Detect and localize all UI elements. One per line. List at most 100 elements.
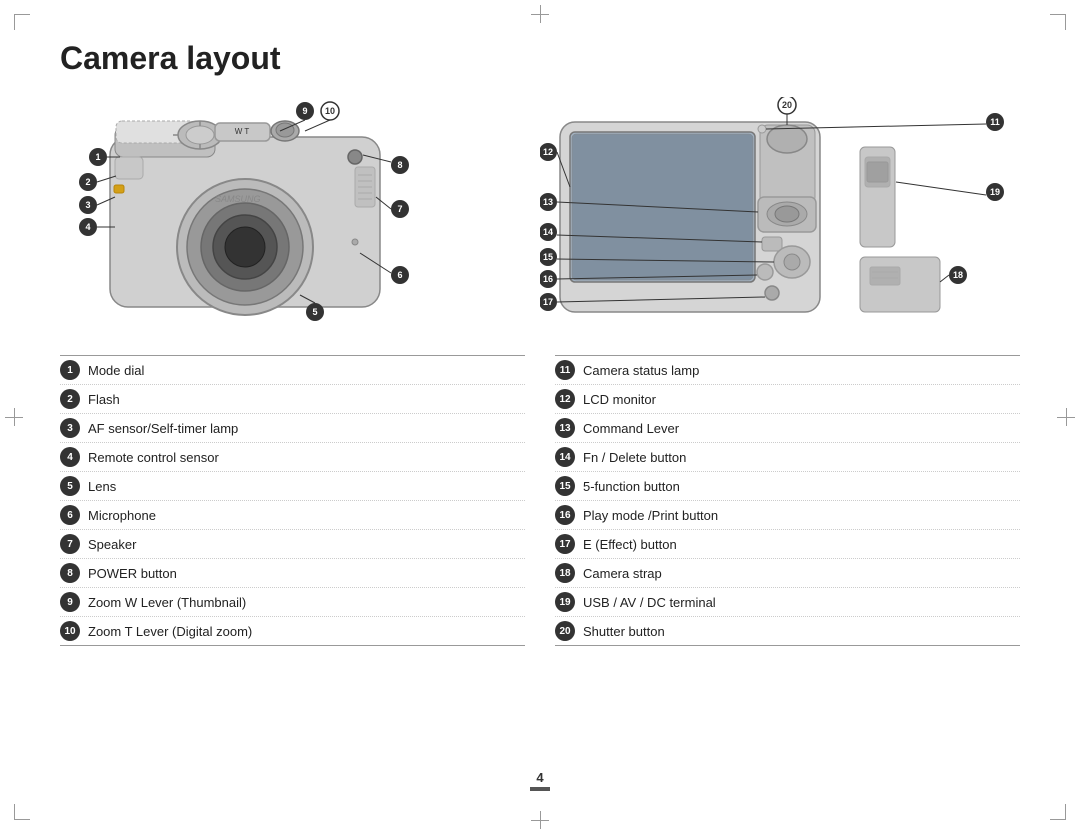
item-label: Camera strap: [583, 566, 662, 581]
item-number: 13: [555, 418, 575, 438]
table-row: 19 USB / AV / DC terminal: [555, 588, 1020, 617]
item-number: 14: [555, 447, 575, 467]
item-label: Command Lever: [583, 421, 679, 436]
item-label: Fn / Delete button: [583, 450, 686, 465]
item-label: Microphone: [88, 508, 156, 523]
svg-text:W T: W T: [235, 127, 250, 136]
table-row: 20 Shutter button: [555, 617, 1020, 646]
svg-text:5: 5: [312, 307, 317, 317]
table-row: 13 Command Lever: [555, 414, 1020, 443]
item-number: 4: [60, 447, 80, 467]
page-title: Camera layout: [60, 40, 1020, 77]
table-row: 16 Play mode /Print button: [555, 501, 1020, 530]
content-area: W T SAMSUNG: [60, 97, 1020, 791]
item-number: 17: [555, 534, 575, 554]
item-label: Zoom W Lever (Thumbnail): [88, 595, 246, 610]
item-label: 5-function button: [583, 479, 680, 494]
item-number: 7: [60, 534, 80, 554]
images-row: W T SAMSUNG: [60, 97, 1020, 337]
item-label: Mode dial: [88, 363, 144, 378]
right-table: 11 Camera status lamp 12 LCD monitor 13 Comma…: [555, 355, 1020, 762]
item-label: Speaker: [88, 537, 136, 552]
item-number: 10: [60, 621, 80, 641]
table-row: 8 POWER button: [60, 559, 525, 588]
table-row: 12 LCD monitor: [555, 385, 1020, 414]
tables-row: 1 Mode dial 2 Flash 3 AF sensor/Self-timer la…: [60, 355, 1020, 762]
item-label: Lens: [88, 479, 116, 494]
table-row: 5 Lens: [60, 472, 525, 501]
camera-back-svg: 20 11 12 13: [540, 97, 1020, 337]
svg-text:10: 10: [325, 106, 335, 116]
item-label: AF sensor/Self-timer lamp: [88, 421, 238, 436]
svg-text:15: 15: [543, 252, 553, 262]
svg-text:18: 18: [953, 270, 963, 280]
svg-text:11: 11: [990, 117, 1000, 127]
item-number: 3: [60, 418, 80, 438]
item-number: 9: [60, 592, 80, 612]
item-number: 16: [555, 505, 575, 525]
table-row: 1 Mode dial: [60, 355, 525, 385]
svg-text:16: 16: [543, 274, 553, 284]
svg-text:1: 1: [95, 152, 100, 162]
svg-text:9: 9: [302, 106, 307, 116]
camera-front-diagram: W T SAMSUNG: [60, 97, 430, 337]
item-label: Zoom T Lever (Digital zoom): [88, 624, 252, 639]
svg-text:20: 20: [782, 100, 792, 110]
svg-text:2: 2: [85, 177, 90, 187]
item-label: LCD monitor: [583, 392, 656, 407]
corner-mark-br: [1050, 804, 1066, 820]
item-label: USB / AV / DC terminal: [583, 595, 716, 610]
item-label: E (Effect) button: [583, 537, 677, 552]
table-row: 9 Zoom W Lever (Thumbnail): [60, 588, 525, 617]
item-number: 19: [555, 592, 575, 612]
svg-text:8: 8: [397, 160, 402, 170]
svg-text:14: 14: [543, 227, 553, 237]
item-number: 1: [60, 360, 80, 380]
page: Camera layout: [0, 0, 1080, 834]
table-row: 6 Microphone: [60, 501, 525, 530]
svg-text:13: 13: [543, 197, 553, 207]
svg-text:12: 12: [543, 147, 553, 157]
item-number: 6: [60, 505, 80, 525]
table-row: 10 Zoom T Lever (Digital zoom): [60, 617, 525, 646]
table-row: 11 Camera status lamp: [555, 355, 1020, 385]
left-table: 1 Mode dial 2 Flash 3 AF sensor/Self-timer la…: [60, 355, 525, 762]
item-number: 18: [555, 563, 575, 583]
table-row: 7 Speaker: [60, 530, 525, 559]
svg-text:SAMSUNG: SAMSUNG: [215, 194, 261, 204]
svg-text:4: 4: [85, 222, 90, 232]
item-label: Flash: [88, 392, 120, 407]
item-number: 5: [60, 476, 80, 496]
svg-text:7: 7: [397, 204, 402, 214]
item-number: 20: [555, 621, 575, 641]
item-label: Camera status lamp: [583, 363, 699, 378]
item-number: 11: [555, 360, 575, 380]
corner-mark-bl: [14, 804, 30, 820]
corner-mark-tr: [1050, 14, 1066, 30]
svg-text:6: 6: [397, 270, 402, 280]
item-label: Remote control sensor: [88, 450, 219, 465]
item-number: 2: [60, 389, 80, 409]
table-row: 17 E (Effect) button: [555, 530, 1020, 559]
item-label: POWER button: [88, 566, 177, 581]
page-number-bar: [530, 787, 550, 791]
item-label: Play mode /Print button: [583, 508, 718, 523]
page-number: 4: [60, 770, 1020, 791]
svg-text:3: 3: [85, 200, 90, 210]
table-row: 2 Flash: [60, 385, 525, 414]
table-row: 3 AF sensor/Self-timer lamp: [60, 414, 525, 443]
crosshair-right: [1057, 408, 1075, 426]
camera-back-diagram: 20 11 12 13: [540, 97, 1020, 337]
crosshair-bottom: [531, 811, 549, 829]
item-number: 8: [60, 563, 80, 583]
table-row: 4 Remote control sensor: [60, 443, 525, 472]
svg-text:19: 19: [990, 187, 1000, 197]
item-number: 15: [555, 476, 575, 496]
svg-text:17: 17: [543, 297, 553, 307]
item-number: 12: [555, 389, 575, 409]
crosshair-left: [5, 408, 23, 426]
table-row: 18 Camera strap: [555, 559, 1020, 588]
item-label: Shutter button: [583, 624, 665, 639]
table-row: 15 5-function button: [555, 472, 1020, 501]
corner-mark-tl: [14, 14, 30, 30]
